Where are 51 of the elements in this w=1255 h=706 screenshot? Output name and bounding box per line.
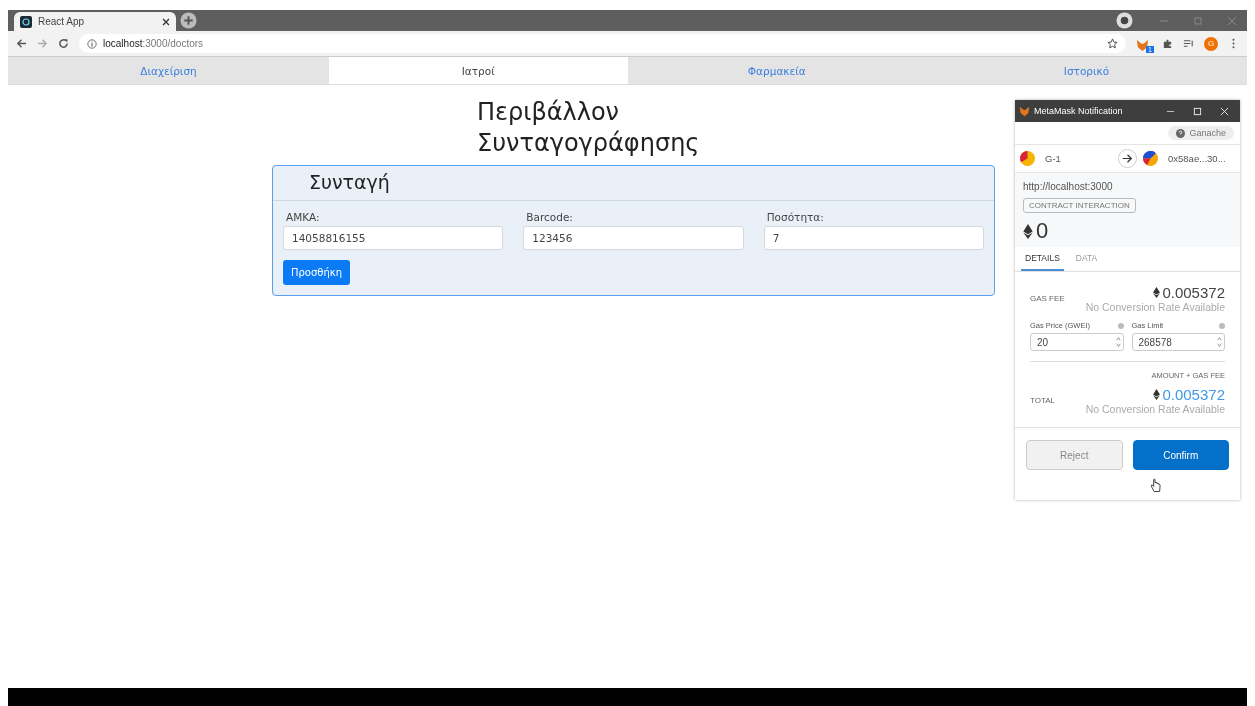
- page-title: Περιβάλλον Συνταγογράφησης: [477, 97, 700, 159]
- puzzle-icon[interactable]: [1162, 38, 1173, 49]
- gas-fee-label: GAS FEE: [1030, 294, 1065, 303]
- info-icon: [1117, 322, 1124, 329]
- input-field[interactable]: 123456: [523, 226, 744, 250]
- conversion-note: No Conversion Rate Available: [1085, 301, 1225, 313]
- gas-fee-value: 0.005372: [1162, 284, 1225, 301]
- input-field[interactable]: 7: [763, 226, 984, 250]
- network-pill[interactable]: Ganache: [1168, 126, 1234, 140]
- fox-icon: [1019, 105, 1030, 117]
- account-avatar: [1020, 151, 1035, 166]
- add-button[interactable]: Προσθήκη: [283, 260, 350, 285]
- confirm-button[interactable]: Confirm: [1132, 440, 1229, 470]
- origin-url: http://localhost:3000: [1023, 181, 1113, 192]
- field-label: AMKA:: [285, 211, 321, 223]
- back-icon[interactable]: [16, 38, 27, 49]
- account-address: 0x58ae...30...: [1168, 153, 1226, 164]
- help-icon: [1176, 128, 1186, 138]
- hand-cursor-icon: [1150, 478, 1161, 493]
- account-name: G-1: [1045, 153, 1061, 164]
- ethereum-icon: [1153, 389, 1161, 400]
- field-label: Barcode:: [525, 211, 574, 223]
- action-tag: CONTRACT INTERACTION: [1023, 198, 1136, 213]
- tab[interactable]: DETAILS: [1021, 247, 1064, 271]
- total-value: 0.005372: [1162, 386, 1225, 403]
- field-label: Ποσότητα:: [765, 211, 825, 223]
- window-title: MetaMask Notification: [1034, 106, 1123, 116]
- playlist-icon[interactable]: [1183, 38, 1194, 49]
- browser-tab[interactable]: React App: [14, 12, 176, 31]
- info-icon: [1219, 322, 1225, 329]
- gas-limit-field[interactable]: 268578: [1131, 333, 1225, 351]
- nav-tab[interactable]: Ιατροί: [329, 57, 628, 84]
- card-title: Συνταγή: [309, 170, 391, 195]
- fox-icon[interactable]: [1136, 38, 1149, 52]
- maximize-icon[interactable]: [1193, 106, 1202, 116]
- input-field[interactable]: 14058816155: [283, 226, 504, 250]
- star-icon[interactable]: [1107, 38, 1118, 49]
- new-tab-icon[interactable]: [180, 12, 197, 29]
- info-icon: [87, 38, 97, 49]
- conversion-note: No Conversion Rate Available: [1085, 403, 1225, 415]
- reload-icon[interactable]: [58, 38, 69, 49]
- address-field[interactable]: localhost:3000/doctors: [79, 34, 1126, 53]
- account-avatar: [1143, 151, 1158, 166]
- ethereum-icon: [1153, 287, 1161, 298]
- total-label: TOTAL: [1030, 396, 1056, 405]
- close-icon[interactable]: [162, 17, 170, 26]
- amount-value: 0: [1036, 219, 1049, 243]
- ethereum-icon: [1023, 223, 1033, 239]
- app-icon: [20, 15, 32, 28]
- gas-price-field[interactable]: 20: [1030, 333, 1124, 351]
- browser-tab-title: React App: [38, 16, 86, 27]
